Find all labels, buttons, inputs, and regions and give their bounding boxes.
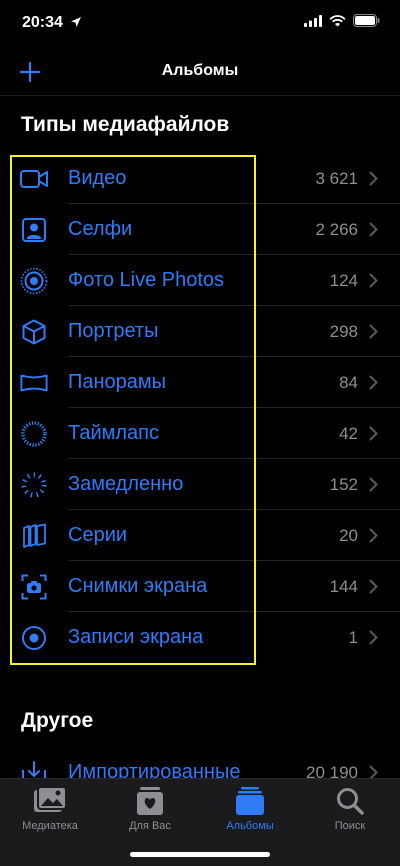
battery-icon	[353, 14, 380, 27]
for-you-heart-icon	[137, 787, 163, 815]
chevron-right-icon	[369, 630, 378, 645]
add-album-button[interactable]	[14, 56, 46, 88]
chevron-right-icon	[369, 426, 378, 441]
item-count: 144	[329, 577, 358, 596]
item-count: 152	[329, 475, 358, 494]
item-count: 298	[329, 322, 358, 341]
selfie-portrait-icon	[20, 216, 48, 244]
page-title: Альбомы	[161, 62, 239, 79]
tab-albums[interactable]: Альбомы	[200, 785, 300, 841]
list-item-bursts[interactable]: Серии 20	[0, 510, 400, 561]
location-arrow-icon	[71, 17, 81, 27]
tab-for-you[interactable]: Для Вас	[100, 785, 200, 841]
albums-stack-icon	[236, 787, 264, 815]
chevron-right-icon	[369, 477, 378, 492]
item-count: 84	[339, 373, 358, 392]
live-photos-icon	[20, 267, 48, 295]
section-title-other: Другое	[21, 709, 94, 732]
tab-library[interactable]: Медиатека	[0, 785, 100, 841]
tab-search[interactable]: Поиск	[300, 785, 400, 841]
chevron-right-icon	[369, 222, 378, 237]
list-item-portraits[interactable]: Портреты 298	[0, 306, 400, 357]
timelapse-icon	[20, 420, 48, 448]
item-label: Снимки экрана	[68, 575, 208, 597]
status-bar: 20:34	[0, 0, 400, 48]
list-item-screenshots[interactable]: Снимки экрана 144	[0, 561, 400, 612]
screenshot-icon	[20, 573, 48, 601]
tab-label: Медиатека	[22, 820, 78, 832]
chevron-right-icon	[369, 528, 378, 543]
list-item-screen-recordings[interactable]: Записи экрана 1	[0, 612, 400, 663]
section-title-media-types: Типы медиафайлов	[21, 113, 230, 136]
list-item-slo-mo[interactable]: Замедленно 152	[0, 459, 400, 510]
slow-motion-icon	[20, 471, 48, 499]
cube-icon	[20, 318, 48, 346]
item-count: 3 621	[315, 169, 358, 188]
item-count: 42	[339, 424, 358, 443]
item-label: Портреты	[68, 320, 159, 342]
status-time: 20:34	[22, 14, 63, 31]
item-label: Записи экрана	[68, 626, 204, 648]
status-indicators	[304, 14, 380, 27]
item-count: 1	[348, 628, 358, 647]
wifi-icon	[329, 14, 346, 26]
panorama-icon	[20, 369, 48, 397]
item-count: 20	[339, 526, 358, 545]
photos-library-icon	[34, 786, 67, 812]
navigation-bar: Альбомы	[0, 48, 400, 96]
chevron-right-icon	[369, 324, 378, 339]
chevron-right-icon	[369, 579, 378, 594]
burst-icon	[20, 522, 48, 550]
list-item-selfies[interactable]: Селфи 2 266	[0, 204, 400, 255]
search-icon	[337, 788, 364, 815]
item-label: Видео	[68, 167, 127, 189]
chevron-right-icon	[369, 273, 378, 288]
tab-label: Поиск	[334, 820, 366, 832]
list-item-live-photos[interactable]: Фото Live Photos 124	[0, 255, 400, 306]
item-label: Серии	[68, 524, 128, 546]
video-icon	[20, 165, 48, 193]
tab-label: Альбомы	[226, 820, 274, 832]
item-label: Селфи	[68, 218, 133, 240]
media-types-list: Видео 3 621 Селфи 2 266 Фото Live Photos…	[0, 153, 400, 663]
chevron-right-icon	[369, 375, 378, 390]
screen-recording-icon	[20, 624, 48, 652]
item-count: 2 266	[315, 220, 358, 239]
item-label: Фото Live Photos	[68, 269, 225, 291]
tab-label: Для Вас	[129, 820, 171, 832]
list-item-timelapse[interactable]: Таймлапс 42	[0, 408, 400, 459]
item-label: Таймлапс	[68, 422, 159, 444]
cellular-signal-icon	[304, 14, 322, 27]
item-count: 124	[329, 271, 358, 290]
home-indicator	[130, 852, 270, 857]
list-item-video[interactable]: Видео 3 621	[0, 153, 400, 204]
item-label: Панорамы	[68, 371, 167, 393]
list-item-panoramas[interactable]: Панорамы 84	[0, 357, 400, 408]
item-label: Замедленно	[68, 473, 184, 495]
plus-icon	[19, 61, 41, 83]
chevron-right-icon	[369, 171, 378, 186]
